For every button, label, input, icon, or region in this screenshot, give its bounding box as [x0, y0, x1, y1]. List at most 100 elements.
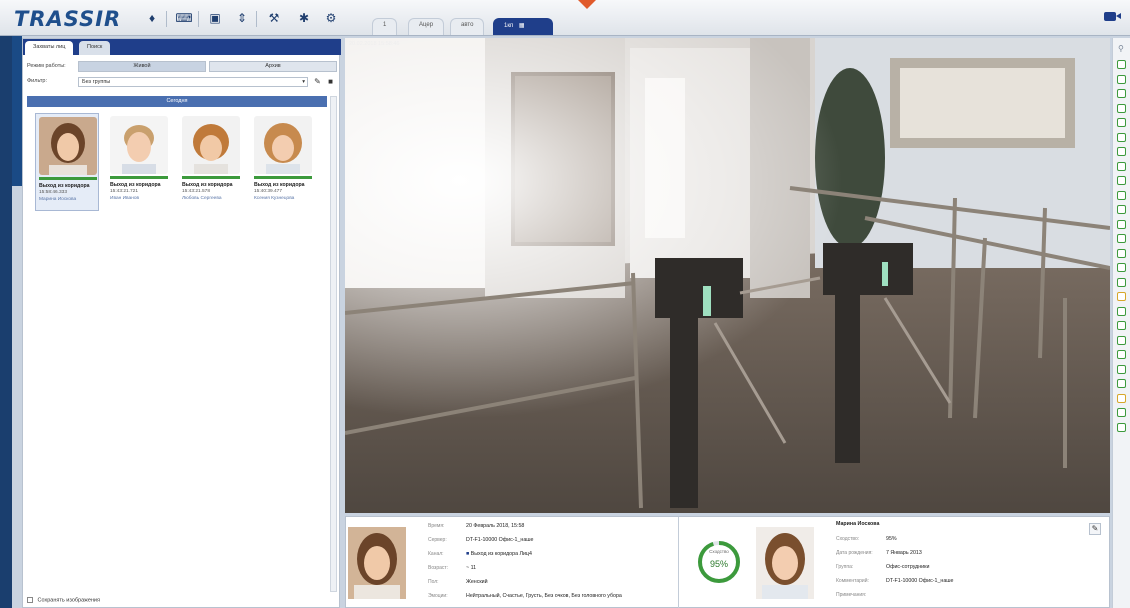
- view-tab-active[interactable]: 1кп ▦: [493, 18, 553, 35]
- toolbar-divider: [256, 11, 257, 27]
- face-card[interactable]: Выход из коридора 15:40:39.477 Ксения Ку…: [251, 113, 315, 211]
- channel-status-indicator[interactable]: [1117, 335, 1126, 345]
- filter-select[interactable]: Без группы ▾: [78, 77, 308, 87]
- trash-icon[interactable]: ■: [326, 77, 335, 86]
- save-images-checkbox[interactable]: [27, 596, 33, 603]
- face-name[interactable]: Ксения Кузнецова: [254, 196, 294, 201]
- tab-face-captures[interactable]: Захваты лиц: [25, 41, 74, 55]
- channel-status-indicator[interactable]: [1117, 263, 1126, 272]
- camera-video-feed[interactable]: 20.02.2018 15:58:46: [345, 38, 1110, 513]
- face-time: 15:43:21.578: [182, 189, 211, 194]
- channel-status-indicator[interactable]: [1117, 89, 1126, 98]
- view-tab-active-label: 1кп: [504, 23, 514, 29]
- search-icon[interactable]: ⚲: [1118, 44, 1124, 53]
- camera-scene-image: [345, 38, 1110, 513]
- channel-status-indicator[interactable]: [1117, 321, 1126, 330]
- info-value-similarity: 95%: [886, 536, 897, 542]
- match-bar: [182, 176, 240, 179]
- channel-status-indicator[interactable]: [1117, 60, 1126, 69]
- channel-status-indicator[interactable]: [1117, 234, 1126, 243]
- channel-status-indicator[interactable]: [1117, 350, 1126, 359]
- keyboard-icon[interactable]: ⌨: [175, 10, 192, 26]
- save-images-option[interactable]: Сохранять изображения: [27, 596, 100, 603]
- pencil-icon[interactable]: ✎: [313, 77, 322, 86]
- channel-indicator-bar: ⚲: [1112, 38, 1130, 608]
- left-edge: [0, 36, 12, 608]
- face-photo: [182, 116, 240, 174]
- video-camera-icon: ■: [466, 551, 470, 557]
- filter-value: Без группы: [82, 79, 111, 85]
- info-value-emotions: Нейтральный, Счастье, Грусть, Без очков,…: [466, 593, 622, 599]
- chevron-down-icon: ▾: [302, 79, 305, 85]
- view-tab-3[interactable]: авто: [450, 18, 485, 35]
- channel-status-indicator[interactable]: [1117, 306, 1126, 316]
- channel-status-indicator[interactable]: [1117, 393, 1126, 403]
- info-value-channel[interactable]: ■ Выход из коридора Лиц4: [466, 551, 532, 557]
- face-name[interactable]: Иван Иванов: [110, 196, 139, 201]
- match-bar: [254, 176, 312, 179]
- channel-status-indicator[interactable]: [1117, 422, 1126, 432]
- channel-status-indicator[interactable]: [1117, 161, 1126, 171]
- camera-icon[interactable]: [1104, 12, 1121, 21]
- person-name: Марина Иоскова: [836, 521, 880, 527]
- channel-status-indicator[interactable]: [1117, 379, 1126, 388]
- info-value-gender: Женский: [466, 579, 488, 585]
- channel-name: Выход из коридора Лиц4: [470, 551, 532, 557]
- channel-status-indicator[interactable]: [1117, 118, 1126, 127]
- face-title: Выход из коридора: [182, 182, 233, 188]
- puzzle-icon[interactable]: ✱: [296, 10, 312, 26]
- wrench-icon[interactable]: ⚒: [266, 10, 282, 26]
- face-name[interactable]: Любовь Сергеева: [182, 196, 221, 201]
- info-value-time: 20 Февраль 2018, 15:58: [466, 523, 525, 529]
- face-capture-panel: Захваты лиц Поиск Режим работы: Живой Ар…: [22, 38, 341, 608]
- mode-live-button[interactable]: Живой: [78, 61, 206, 72]
- top-toolbar: TRASSIR ♦ ⌨ ▣ ⇕ ⚒ ✱ ⚙ 1 Ацер авто 1кп ▦: [0, 0, 1130, 36]
- channel-status-indicator[interactable]: [1117, 74, 1126, 84]
- info-label: Время:: [428, 523, 445, 529]
- info-label: Дата рождения:: [836, 550, 873, 556]
- view-tab-2[interactable]: Ацер: [408, 18, 445, 35]
- save-images-label: Сохранять изображения: [37, 597, 100, 603]
- face-card[interactable]: Выход из коридора 15:43:21.578 Любовь Се…: [179, 113, 243, 211]
- channel-status-indicator[interactable]: [1117, 364, 1126, 374]
- tab-search[interactable]: Поиск: [79, 41, 111, 55]
- info-value-server: DT-F1-10000 Офис-1_наше: [466, 537, 534, 543]
- face-time: 15:43:21.721: [110, 189, 139, 194]
- face-title: Выход из коридора: [39, 183, 90, 189]
- trassir-logo: TRASSIR: [14, 7, 122, 31]
- channel-status-indicator[interactable]: [1117, 103, 1126, 113]
- layout-icon[interactable]: ⇕: [234, 10, 250, 26]
- drop-arrow-icon[interactable]: [578, 0, 596, 9]
- pencil-icon: ✎: [1091, 524, 1099, 533]
- monitor-icon[interactable]: ▣: [207, 10, 223, 26]
- settings-icon[interactable]: ⚙: [323, 10, 339, 26]
- face-name[interactable]: Марина Иоскова: [39, 197, 76, 202]
- face-card[interactable]: Выход из коридора 15:43:21.721 Иван Иван…: [107, 113, 171, 211]
- face-time: 15:40:39.477: [254, 189, 283, 194]
- channel-status-indicator[interactable]: [1117, 408, 1126, 417]
- face-title: Выход из коридора: [110, 182, 161, 188]
- channel-status-indicator[interactable]: [1117, 219, 1126, 229]
- channel-status-indicator[interactable]: [1117, 277, 1126, 287]
- channel-status-indicator[interactable]: [1117, 248, 1126, 258]
- channel-status-indicator[interactable]: [1117, 190, 1126, 200]
- info-label: Примечания:: [836, 592, 867, 598]
- channel-status-indicator[interactable]: [1117, 132, 1126, 142]
- channel-status-indicator[interactable]: [1117, 205, 1126, 214]
- panel-scrollbar[interactable]: [330, 96, 337, 592]
- channel-status-indicator[interactable]: [1117, 176, 1126, 185]
- mode-archive-button[interactable]: Архив: [209, 61, 337, 72]
- face-title: Выход из коридора: [254, 182, 305, 188]
- edit-person-button[interactable]: ✎: [1089, 523, 1101, 535]
- section-header-today: Сегодня: [27, 96, 327, 107]
- tab-grid-icon: ▦: [518, 23, 525, 29]
- channel-status-indicator[interactable]: [1117, 292, 1126, 301]
- match-ring-label: Сходство: [709, 549, 729, 554]
- bell-icon[interactable]: ♦: [144, 10, 160, 26]
- info-value-group: Офис-сотрудники: [886, 564, 930, 570]
- view-tab-1[interactable]: 1: [372, 18, 398, 35]
- channel-status-indicator[interactable]: [1117, 147, 1126, 156]
- face-card[interactable]: Выход из коридора 15:58:46.333 Марина Ио…: [35, 113, 99, 211]
- face-time: 15:58:46.333: [39, 190, 68, 195]
- match-bar: [110, 176, 168, 179]
